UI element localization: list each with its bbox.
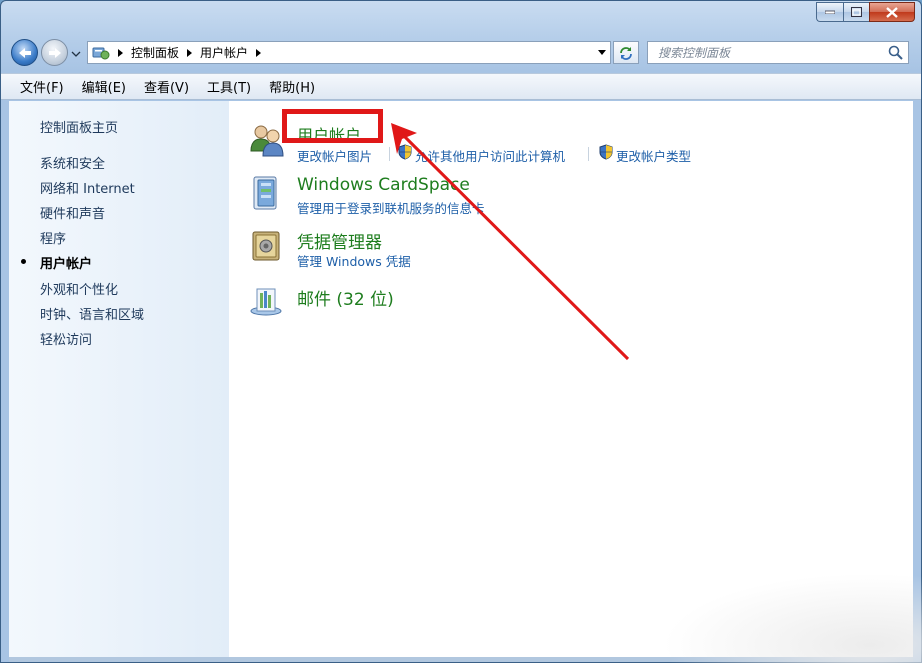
sidebar-item-system-security[interactable]: 系统和安全 xyxy=(40,153,105,172)
annotation-highlight-box xyxy=(282,109,383,143)
arrow-right-icon xyxy=(48,47,61,58)
user-accounts-icon[interactable] xyxy=(249,123,285,157)
sidebar-item-network[interactable]: 网络和 Internet xyxy=(40,178,135,197)
sidebar-item-user-accounts[interactable]: 用户帐户 xyxy=(40,253,92,272)
cardspace-icon[interactable] xyxy=(251,175,281,213)
sidebar-home-link[interactable]: 控制面板主页 xyxy=(40,117,118,136)
menu-bar: 文件(F) 编辑(E) 查看(V) 工具(T) 帮助(H) xyxy=(1,73,921,100)
minimize-icon xyxy=(825,10,835,14)
forward-button[interactable] xyxy=(41,39,68,66)
sidebar-item-programs[interactable]: 程序 xyxy=(40,228,66,247)
mail-icon[interactable] xyxy=(249,283,283,317)
control-panel-window: 控制面板 用户帐户 搜索控制面板 文件(F) 编辑(E) 查看(V) 工具(T)… xyxy=(0,0,922,663)
minimize-button[interactable] xyxy=(816,2,843,22)
breadcrumb-user-accounts[interactable]: 用户帐户 xyxy=(200,44,248,61)
uac-shield-icon xyxy=(398,144,412,160)
back-button[interactable] xyxy=(11,39,38,66)
credential-manager-title-link[interactable]: 凭据管理器 xyxy=(297,228,382,253)
refresh-icon xyxy=(620,46,632,60)
breadcrumb-separator-icon[interactable] xyxy=(187,48,193,57)
maximize-icon xyxy=(851,7,862,17)
search-placeholder: 搜索控制面板 xyxy=(658,46,731,60)
recent-pages-chevron-icon[interactable] xyxy=(71,49,81,59)
link-divider xyxy=(389,147,390,161)
sidebar-item-hardware-sound[interactable]: 硬件和声音 xyxy=(40,203,105,222)
sidebar-item-appearance[interactable]: 外观和个性化 xyxy=(40,279,118,298)
active-bullet-icon xyxy=(21,259,26,264)
sidebar-item-ease-of-access[interactable]: 轻松访问 xyxy=(40,329,92,348)
address-bar[interactable]: 控制面板 用户帐户 xyxy=(87,41,611,64)
navigation-bar: 控制面板 用户帐户 搜索控制面板 xyxy=(1,37,921,67)
sidebar-item-clock-language[interactable]: 时钟、语言和区域 xyxy=(40,304,144,323)
watermark xyxy=(662,573,922,663)
credential-manager-vault-icon[interactable] xyxy=(251,229,281,263)
menu-edit[interactable]: 编辑(E) xyxy=(75,77,133,96)
cardspace-manage-link[interactable]: 管理用于登录到联机服务的信息卡 xyxy=(297,198,485,217)
breadcrumb-separator-icon[interactable] xyxy=(118,48,123,57)
arrow-left-icon xyxy=(18,47,31,58)
search-box[interactable]: 搜索控制面板 xyxy=(647,41,909,64)
search-icon[interactable] xyxy=(888,45,903,60)
mail-title-link[interactable]: 邮件 (32 位) xyxy=(297,285,394,310)
control-panel-icon xyxy=(92,47,110,59)
menu-view[interactable]: 查看(V) xyxy=(137,77,196,96)
caption-buttons xyxy=(816,2,915,22)
address-dropdown-icon[interactable] xyxy=(598,50,606,55)
menu-help[interactable]: 帮助(H) xyxy=(262,77,322,96)
menu-tools[interactable]: 工具(T) xyxy=(200,77,258,96)
close-icon xyxy=(886,6,898,18)
link-divider xyxy=(588,147,589,161)
navigation-pane: 控制面板主页 系统和安全 网络和 Internet 硬件和声音 程序 用户帐户 … xyxy=(9,101,229,659)
manage-windows-credentials-link[interactable]: 管理 Windows 凭据 xyxy=(297,251,411,270)
uac-shield-icon xyxy=(599,144,613,160)
change-picture-link[interactable]: 更改帐户图片 xyxy=(297,146,372,165)
cardspace-title-link[interactable]: Windows CardSpace xyxy=(297,175,470,195)
refresh-button[interactable] xyxy=(613,41,639,64)
change-account-type-link[interactable]: 更改帐户类型 xyxy=(616,146,691,165)
maximize-button[interactable] xyxy=(843,2,869,22)
breadcrumb-control-panel[interactable]: 控制面板 xyxy=(131,44,179,61)
allow-others-access-link[interactable]: 允许其他用户访问此计算机 xyxy=(415,146,565,165)
close-button[interactable] xyxy=(869,2,915,22)
menu-file[interactable]: 文件(F) xyxy=(13,77,71,96)
breadcrumb-separator-icon[interactable] xyxy=(256,48,262,57)
